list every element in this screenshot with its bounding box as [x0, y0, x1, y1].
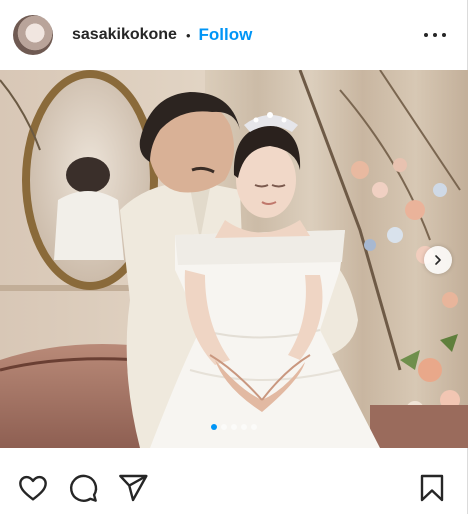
comment-button[interactable] [67, 472, 99, 504]
avatar[interactable] [13, 15, 53, 55]
share-button[interactable] [117, 472, 149, 504]
carousel-dot [250, 424, 257, 430]
carousel-dot [230, 424, 237, 430]
carousel-next-button[interactable] [424, 246, 452, 274]
carousel-dot [240, 424, 247, 430]
post-header: sasakikokone • Follow [0, 0, 468, 70]
username-link[interactable]: sasakikokone [72, 26, 177, 44]
more-dot [433, 33, 437, 37]
follow-button[interactable]: Follow [199, 25, 253, 45]
carousel-dot [220, 424, 227, 430]
post-photo[interactable] [0, 70, 468, 448]
bookmark-icon [420, 474, 444, 502]
wedding-photo-illustration [0, 70, 468, 448]
chevron-right-icon [435, 255, 441, 265]
more-options-icon[interactable] [424, 26, 446, 44]
save-button[interactable] [416, 472, 448, 504]
comment-bubble-icon [69, 474, 98, 502]
like-button[interactable] [17, 472, 49, 504]
carousel-indicator [0, 424, 467, 430]
more-dot [424, 33, 428, 37]
more-dot [442, 33, 446, 37]
action-bar [0, 448, 468, 514]
separator-dot: • [185, 27, 191, 43]
carousel-dot-active [210, 424, 217, 430]
instagram-post: sasakikokone • Follow [0, 0, 468, 514]
heart-icon [19, 475, 47, 501]
paper-plane-icon [119, 474, 148, 502]
